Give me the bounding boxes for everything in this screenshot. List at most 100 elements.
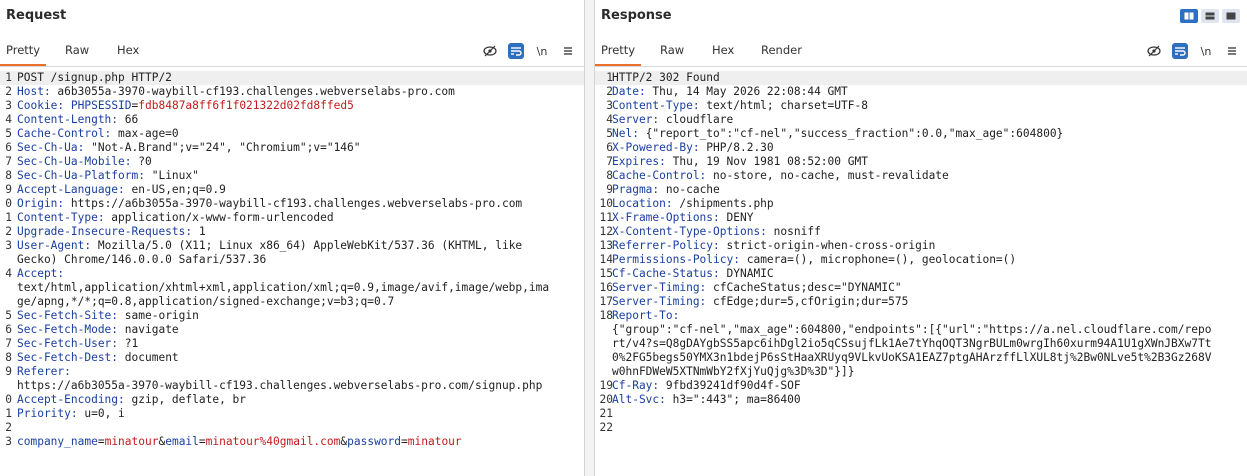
code-line-continuation: rt/v4?s=Q8gDAYgbSS5apc6ihDgl2io5qCSsujfL… <box>595 337 1247 351</box>
text-token: DYNAMIC <box>719 267 774 280</box>
code-line: 2 <box>0 421 584 435</box>
menu-icon[interactable] <box>560 43 576 59</box>
line-number: 17 <box>599 295 613 308</box>
tab-pretty[interactable]: Pretty <box>595 36 642 66</box>
text-token: POST /signup.php HTTP/2 <box>17 71 172 84</box>
code-line: 1 HTTP/2 302 Found <box>595 71 1247 85</box>
code-line-continuation: ge/apng,*/*;q=0.8,application/signed-exc… <box>0 295 584 309</box>
text-token: {"group":"cf-nel","max_age":604800,"endp… <box>612 323 1212 336</box>
text-token: = <box>97 435 105 448</box>
line-number: 9 <box>606 183 613 196</box>
tab-hex[interactable]: Hex <box>111 36 145 65</box>
eye-slash-icon[interactable] <box>482 43 498 59</box>
single-pane-icon[interactable] <box>1222 9 1240 23</box>
line-number: 7 <box>5 337 12 350</box>
text-token: cloudflare <box>659 113 734 126</box>
text-token: DENY <box>719 211 754 224</box>
text-token: same-origin <box>118 309 199 322</box>
line-text: User-Agent: Mozilla/5.0 (X11; Linux x86_… <box>0 239 522 252</box>
code-line: 7 Expires: Thu, 19 Nov 1981 08:52:00 GMT <box>595 155 1247 169</box>
header-name: Permissions-Policy: <box>612 253 740 266</box>
code-line: 1 POST /signup.php HTTP/2 <box>0 71 584 85</box>
header-name: Priority: <box>17 407 78 420</box>
line-number: 5 <box>5 309 12 322</box>
text-token: h3=":443"; ma=86400 <box>665 393 801 406</box>
tab-pretty[interactable]: Pretty <box>0 36 47 66</box>
header-name: Host: <box>17 85 51 98</box>
header-name: Server: <box>612 113 660 126</box>
line-number: 9 <box>5 183 12 196</box>
line-text: Server-Timing: cfCacheStatus;desc="DYNAM… <box>595 281 902 294</box>
line-number: 6 <box>5 141 12 154</box>
line-number: 10 <box>599 197 613 210</box>
text-token: 9fbd39241df90d4f-SOF <box>659 379 801 392</box>
line-text: Accept-Encoding: gzip, deflate, br <box>0 393 246 406</box>
text-token: = <box>401 435 408 448</box>
tab-raw[interactable]: Raw <box>654 36 690 65</box>
text-token: navigate <box>118 323 179 336</box>
text-token: ?1 <box>118 337 139 350</box>
text-token: "Not-A.Brand";v="24", "Chromium";v="146" <box>84 141 361 154</box>
code-line-continuation: w0hnFDWeW5XTNmWbY2fXjYuQjg%3D%3D"}]} <box>595 365 1247 379</box>
text-token: HTTP/2 302 Found <box>612 71 720 84</box>
line-text: Pragma: no-cache <box>595 183 720 196</box>
line-text: Date: Thu, 14 May 2026 22:08:44 GMT <box>595 85 848 98</box>
text-token: Thu, 19 Nov 1981 08:52:00 GMT <box>665 155 868 168</box>
code-line: 4 Server: cloudflare <box>595 113 1247 127</box>
text-token: strict-origin-when-cross-origin <box>719 239 936 252</box>
request-editor[interactable]: 1 POST /signup.php HTTP/2 2 Host: a6b3055a-… <box>0 71 584 476</box>
eye-slash-icon[interactable] <box>1146 43 1162 59</box>
code-line: 3 company_name=minatour&email=minatour%40… <box>0 435 584 449</box>
code-line: 22 <box>595 421 1247 435</box>
line-number: 6 <box>606 141 613 154</box>
response-title: Response <box>601 8 672 23</box>
line-text: Expires: Thu, 19 Nov 1981 08:52:00 GMT <box>595 155 868 168</box>
line-text: text/html,application/xhtml+xml,applicat… <box>0 281 549 294</box>
tab-render[interactable]: Render <box>755 36 808 65</box>
line-text: Origin: https://a6b3055a-3970-waybill-cf… <box>0 197 522 210</box>
code-line: 5 Sec-Fetch-Site: same-origin <box>0 309 584 323</box>
request-title: Request <box>6 8 67 23</box>
line-text: Sec-Ch-Ua-Mobile: ?0 <box>0 155 152 168</box>
tab-hex[interactable]: Hex <box>706 36 740 65</box>
header-name: Sec-Ch-Ua-Platform: <box>17 169 145 182</box>
line-number: 7 <box>606 155 613 168</box>
header-name: Cache-Control: <box>612 169 707 182</box>
line-number: 5 <box>5 127 12 140</box>
text-token: ge/apng,*/*;q=0.8,application/signed-exc… <box>17 295 395 308</box>
text-token: "Linux" <box>144 169 199 182</box>
text-token: max-age=0 <box>111 127 179 140</box>
code-line: 14 Permissions-Policy: camera=(), microph… <box>595 253 1247 267</box>
tab-raw[interactable]: Raw <box>59 36 95 65</box>
newline-icon[interactable]: \n <box>1198 43 1214 59</box>
line-number: 1 <box>606 71 613 84</box>
text-token: no-store, no-cache, must-revalidate <box>706 169 949 182</box>
line-number: 0 <box>5 393 12 406</box>
http-editor: Request Pretty Raw Hex \n 1 POST /signup.… <box>0 0 1247 476</box>
line-number: 7 <box>5 155 12 168</box>
split-horizontal-icon[interactable] <box>1180 9 1198 23</box>
header-name: Content-Type: <box>17 211 105 224</box>
text-token: u=0, i <box>77 407 125 420</box>
code-line: 6 Sec-Fetch-Mode: navigate <box>0 323 584 337</box>
newline-icon[interactable]: \n <box>534 43 550 59</box>
header-name: Cache-Control: <box>17 127 112 140</box>
code-line: 6 Sec-Ch-Ua: "Not-A.Brand";v="24", "Chrom… <box>0 141 584 155</box>
header-name: Sec-Fetch-Dest: <box>17 351 119 364</box>
menu-icon[interactable] <box>1224 43 1240 59</box>
header-name: Cf-Ray: <box>612 379 660 392</box>
text-token: en-US,en;q=0.9 <box>124 183 226 196</box>
code-line: 19 Cf-Ray: 9fbd39241df90d4f-SOF <box>595 379 1247 393</box>
pane-splitter[interactable] <box>585 0 594 476</box>
code-line: 9 Pragma: no-cache <box>595 183 1247 197</box>
param-token: email <box>165 435 199 448</box>
wrap-icon[interactable] <box>508 43 524 59</box>
header-name: X-Content-Type-Options: <box>612 225 767 238</box>
line-text: company_name=minatour&email=minatour%40g… <box>0 435 462 448</box>
text-token: 1 <box>192 225 206 238</box>
split-vertical-icon[interactable] <box>1201 9 1219 23</box>
wrap-icon[interactable] <box>1172 43 1188 59</box>
response-editor[interactable]: 1 HTTP/2 302 Found 2 Date: Thu, 14 May 2026… <box>595 71 1247 476</box>
text-token: camera=(), microphone=(), geolocation=() <box>739 253 1017 266</box>
line-text: X-Frame-Options: DENY <box>595 211 753 224</box>
